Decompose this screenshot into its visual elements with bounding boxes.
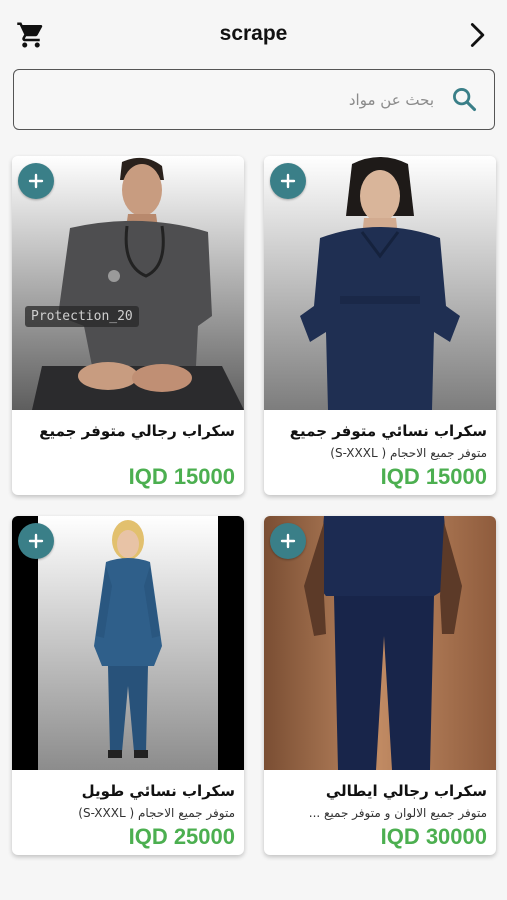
product-name: سكراب رجالي ايطالي bbox=[325, 782, 487, 800]
product-image bbox=[264, 516, 496, 770]
top-bar: scrape bbox=[0, 0, 507, 66]
add-to-cart-button[interactable] bbox=[270, 163, 306, 199]
back-button[interactable] bbox=[463, 21, 491, 49]
product-name: سكراب رجالي متوفر جميع bbox=[39, 422, 235, 440]
product-card[interactable]: Protection_20 سكراب رجالي متوفر جميع IQD… bbox=[12, 156, 244, 495]
plus-icon bbox=[28, 533, 44, 549]
plus-icon bbox=[280, 173, 296, 189]
product-card[interactable]: سكراب نسائي طويل متوفر جميع الاحجام ( S-… bbox=[12, 516, 244, 855]
search-input[interactable] bbox=[26, 82, 434, 118]
product-price: IQD 25000 bbox=[128, 824, 235, 849]
product-description: متوفر جميع الالوان و متوفر جميع ... bbox=[308, 806, 487, 820]
add-to-cart-button[interactable] bbox=[18, 163, 54, 199]
product-image bbox=[12, 516, 244, 770]
product-name: سكراب نسائي متوفر جميع bbox=[289, 422, 487, 440]
plus-icon bbox=[28, 173, 44, 189]
add-to-cart-button[interactable] bbox=[270, 523, 306, 559]
product-price: IQD 30000 bbox=[380, 824, 487, 849]
product-card[interactable]: سكراب رجالي ايطالي متوفر جميع الالوان و … bbox=[264, 516, 496, 855]
product-price: IQD 15000 bbox=[128, 464, 235, 489]
page-title: scrape bbox=[219, 22, 288, 45]
chevron-right-icon bbox=[470, 23, 485, 47]
product-image: Protection_20 bbox=[12, 156, 244, 410]
product-description: متوفر جميع الاحجام ( S-XXXL) bbox=[330, 446, 487, 460]
product-description: متوفر جميع الاحجام ( S-XXXL) bbox=[78, 806, 235, 820]
image-watermark: Protection_20 bbox=[25, 306, 139, 327]
product-card[interactable]: سكراب نسائي متوفر جميع متوفر جميع الاحجا… bbox=[264, 156, 496, 495]
search-bar bbox=[13, 69, 495, 130]
product-price: IQD 15000 bbox=[380, 464, 487, 489]
search-icon[interactable] bbox=[450, 85, 478, 113]
product-name: سكراب نسائي طويل bbox=[81, 782, 235, 800]
add-to-cart-button[interactable] bbox=[18, 523, 54, 559]
plus-icon bbox=[280, 533, 296, 549]
product-image bbox=[264, 156, 496, 410]
